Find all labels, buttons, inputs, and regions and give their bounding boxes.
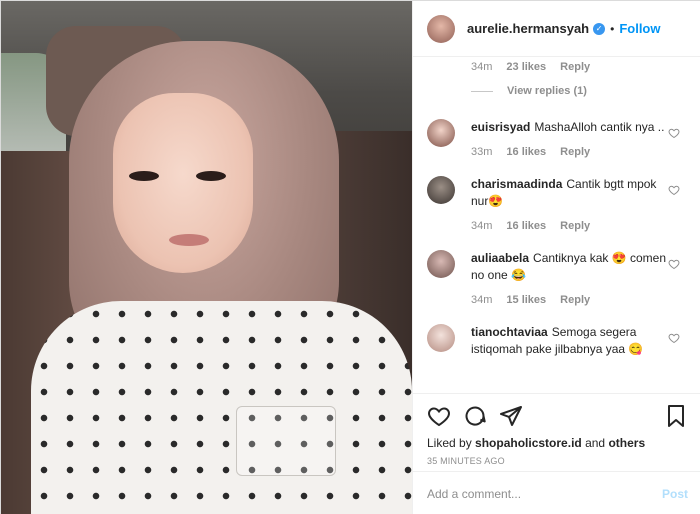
- comment-likes[interactable]: 16 likes: [506, 220, 546, 232]
- comment-username[interactable]: tianochtaviaa: [471, 325, 548, 339]
- post-comment-button[interactable]: Post: [662, 487, 688, 501]
- comment-username[interactable]: euisrisyad: [471, 120, 530, 134]
- comment-username[interactable]: charismaadinda: [471, 177, 562, 191]
- heart-icon[interactable]: [668, 332, 680, 344]
- heart-icon[interactable]: [668, 127, 680, 139]
- liked-by-prefix: Liked by: [427, 436, 472, 450]
- comment-time: 34m: [471, 220, 493, 232]
- comment-item: euisrisyad MashaAlloh cantik nya .. 33m 1…: [413, 119, 700, 158]
- commenter-avatar[interactable]: [427, 176, 455, 204]
- photo-lips: [169, 234, 209, 246]
- photo-eye-left: [129, 171, 159, 181]
- follow-button[interactable]: Follow: [619, 21, 660, 36]
- view-replies-line: [471, 90, 493, 92]
- comment-meta: 33m 16 likes Reply: [471, 146, 668, 158]
- comment-item: tianochtaviaa Semoga segera istiqomah pak…: [413, 324, 700, 358]
- first-comment-meta-wrap: 34m 23 likes Reply: [413, 58, 700, 73]
- header-separator: •: [610, 21, 615, 36]
- commenter-avatar[interactable]: [427, 250, 455, 278]
- liked-by-others[interactable]: others: [608, 436, 645, 450]
- comment-reply-button[interactable]: Reply: [560, 294, 590, 306]
- post-side-panel: aurelie.hermansyah ✓ • Follow 34m 23 lik…: [412, 1, 700, 514]
- view-replies-button[interactable]: View replies (1): [471, 85, 700, 97]
- comment-text-block: tianochtaviaa Semoga segera istiqomah pak…: [471, 324, 668, 358]
- photo-eye-right: [196, 171, 226, 181]
- comment-reply-button[interactable]: Reply: [560, 146, 590, 158]
- post-photo[interactable]: [1, 1, 412, 514]
- author-username[interactable]: aurelie.hermansyah: [467, 21, 589, 36]
- add-comment-input[interactable]: [427, 486, 662, 501]
- comment-meta: 34m 23 likes Reply: [471, 61, 700, 73]
- liked-by-line: Liked by shopaholicstore.id and others: [427, 436, 688, 450]
- comment-time: 33m: [471, 146, 493, 158]
- photo-face: [113, 93, 253, 273]
- heart-icon[interactable]: [668, 184, 680, 196]
- comments-list[interactable]: 34m 23 likes Reply View replies (1) euis…: [413, 58, 700, 393]
- post-actions: Liked by shopaholicstore.id and others 3…: [413, 393, 700, 466]
- comment-icon[interactable]: [463, 404, 487, 428]
- action-icons-row: [427, 400, 688, 432]
- comment-likes[interactable]: 23 likes: [506, 61, 546, 73]
- commenter-avatar[interactable]: [427, 119, 455, 147]
- author-avatar[interactable]: [427, 14, 455, 43]
- photo-blouse-pocket: [236, 406, 336, 476]
- comment-time: 34m: [471, 61, 493, 73]
- post-timestamp[interactable]: 35 MINUTES AGO: [427, 456, 688, 466]
- instagram-post-window: aurelie.hermansyah ✓ • Follow 34m 23 lik…: [0, 0, 700, 514]
- share-icon[interactable]: [499, 404, 523, 428]
- commenter-avatar[interactable]: [427, 324, 455, 352]
- heart-icon[interactable]: [427, 404, 451, 428]
- comment-text-block: euisrisyad MashaAlloh cantik nya ..: [471, 119, 668, 136]
- comment-likes[interactable]: 15 likes: [506, 294, 546, 306]
- comment-body: MashaAlloh cantik nya ..: [534, 120, 665, 134]
- comment-text-block: charismaadinda Cantik bgtt mpok nur😍: [471, 176, 668, 210]
- verified-badge-icon: ✓: [593, 22, 606, 35]
- comment-item: charismaadinda Cantik bgtt mpok nur😍 34m …: [413, 176, 700, 232]
- comment-reply-button[interactable]: Reply: [560, 61, 590, 73]
- liked-by-username[interactable]: shopaholicstore.id: [475, 436, 582, 450]
- comment-username[interactable]: auliaabela: [471, 251, 529, 265]
- comment-time: 34m: [471, 294, 493, 306]
- comment-reply-button[interactable]: Reply: [560, 220, 590, 232]
- view-replies-label: View replies (1): [507, 85, 587, 97]
- comment-meta: 34m 15 likes Reply: [471, 294, 668, 306]
- comment-text-block: auliaabela Cantiknya kak 😍 comen no one 😂: [471, 250, 668, 284]
- comment-likes[interactable]: 16 likes: [506, 146, 546, 158]
- liked-by-and: and: [585, 436, 606, 450]
- comment-item: auliaabela Cantiknya kak 😍 comen no one 😂…: [413, 250, 700, 306]
- post-header: aurelie.hermansyah ✓ • Follow: [413, 1, 700, 57]
- photo-polka-dot-blouse: [31, 301, 412, 514]
- heart-icon[interactable]: [668, 258, 680, 270]
- bookmark-icon[interactable]: [664, 404, 688, 428]
- comment-meta: 34m 16 likes Reply: [471, 220, 668, 232]
- add-comment-bar: Post: [413, 471, 700, 514]
